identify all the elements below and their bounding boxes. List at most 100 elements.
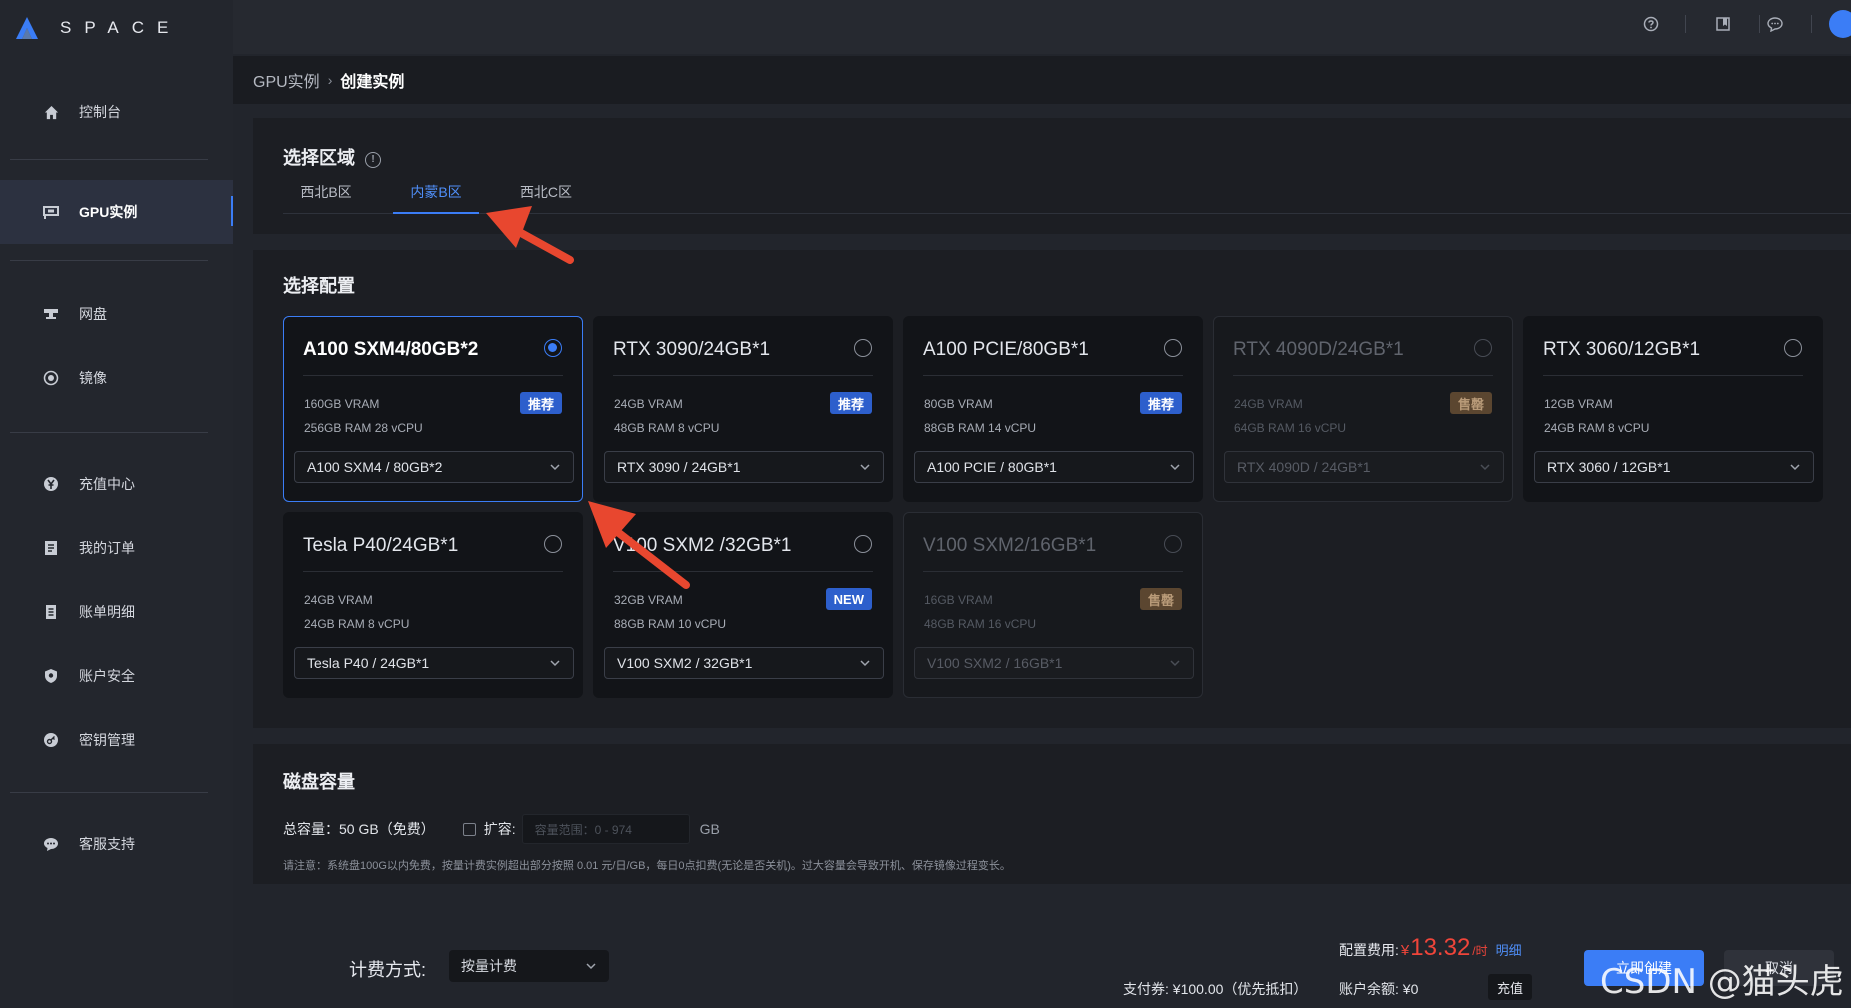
region-panel: 选择区域! 西北B区 内蒙B区 西北C区 [253, 118, 1851, 234]
card-divider [303, 375, 563, 376]
gpu-card-select-value: V100 SXM2 / 16GB*1 [927, 655, 1063, 671]
brand-logo[interactable]: SPACE [14, 8, 181, 48]
gpu-card-name: RTX 4090D/24GB*1 [1233, 339, 1404, 360]
gpu-card-radio[interactable] [544, 339, 562, 357]
gpu-card-select[interactable]: RTX 3060 / 12GB*1 [1534, 451, 1814, 483]
shield-icon [42, 667, 60, 685]
gpu-card[interactable]: V100 SXM2 /32GB*1 32GB VRAM 88GB RAM 10 … [593, 512, 893, 698]
region-title: 选择区域! [283, 144, 381, 170]
tab-label: 西北C区 [519, 184, 573, 200]
sidebar-item-orders[interactable]: 我的订单 [0, 516, 233, 580]
fee-unit: /时 [1472, 944, 1488, 958]
message-icon[interactable] [1763, 12, 1787, 36]
gpu-card-ram-cpu: 64GB RAM 16 vCPU [1234, 421, 1347, 435]
gpu-card-vram: 32GB VRAM [614, 593, 683, 607]
gpu-card-ram-cpu: 24GB RAM 8 vCPU [1544, 421, 1650, 435]
sidebar-item-cloud-drive[interactable]: 网盘 [0, 282, 233, 346]
sidebar-item-console[interactable]: 控制台 [0, 80, 233, 144]
breadcrumb-current: 创建实例 [340, 74, 405, 91]
card-divider [1543, 375, 1803, 376]
chevron-down-icon [1480, 464, 1490, 471]
voucher-info: 支付券: ¥100.00（优先抵扣） [1123, 981, 1308, 997]
tab-region-inner-mongolia-b[interactable]: 内蒙B区 [393, 182, 479, 214]
sidebar-item-billing[interactable]: 账单明细 [0, 580, 233, 644]
tab-region-northwest-c[interactable]: 西北C区 [503, 182, 589, 214]
gpu-card-ram-cpu: 256GB RAM 28 vCPU [304, 421, 423, 435]
tab-label: 西北B区 [300, 184, 352, 200]
gpu-card-select-value: A100 PCIE / 80GB*1 [927, 459, 1057, 475]
expand-capacity-input[interactable]: 容量范围：0 - 974 [521, 814, 690, 844]
region-title-text: 选择区域 [283, 148, 355, 168]
disk-unit: GB [699, 821, 720, 837]
gpu-card: V100 SXM2/16GB*1 16GB VRAM 48GB RAM 16 v… [903, 512, 1203, 698]
chevron-down-icon [860, 660, 870, 667]
sidebar: SPACE 控制台 GPU实例 网盘 镜像 充值中心 我的订单 账单明细 账户安… [0, 0, 233, 1008]
sidebar-item-key-management[interactable]: 密钥管理 [0, 708, 233, 772]
gpu-card-name: A100 SXM4/80GB*2 [303, 339, 479, 360]
sidebar-item-label: 镜像 [79, 370, 107, 386]
disk-panel: 磁盘容量 总容量：50 GB（免费） 扩容: 容量范围：0 - 974 GB 请… [253, 744, 1851, 884]
sidebar-item-recharge[interactable]: 充值中心 [0, 452, 233, 516]
disk-total: 总容量：50 GB（免费） [283, 821, 435, 837]
cloud-drive-icon [42, 305, 60, 323]
sidebar-item-gpu-instance[interactable]: GPU实例 [0, 180, 233, 244]
yen-icon [42, 475, 60, 493]
gpu-card-radio[interactable] [544, 535, 562, 553]
sidebar-item-label: 控制台 [79, 104, 121, 120]
space-logo-icon [16, 17, 38, 39]
gpu-card-select-value: A100 SXM4 / 80GB*2 [307, 459, 443, 475]
tab-label: 内蒙B区 [410, 184, 462, 200]
breadcrumb-parent-link[interactable]: GPU实例 [253, 68, 320, 92]
card-divider [613, 375, 873, 376]
recharge-button[interactable]: 充值 [1488, 974, 1532, 1000]
gpu-card-vram: 24GB VRAM [1234, 397, 1303, 411]
breadcrumb: GPU实例 › 创建实例 [233, 56, 1851, 104]
sidebar-item-label: 网盘 [79, 306, 107, 322]
tab-region-northwest-b[interactable]: 西北B区 [283, 182, 369, 214]
billing-mode-value: 按量计费 [461, 958, 517, 974]
recommend-badge: 推荐 [1139, 392, 1182, 414]
sidebar-item-image[interactable]: 镜像 [0, 346, 233, 410]
gpu-card-radio[interactable] [854, 535, 872, 553]
sidebar-divider [10, 792, 208, 793]
gpu-card-vram: 80GB VRAM [924, 397, 993, 411]
gpu-card-vram: 12GB VRAM [1544, 397, 1613, 411]
gpu-card-select-value: V100 SXM2 / 32GB*1 [617, 655, 753, 671]
expand-checkbox[interactable] [462, 822, 476, 836]
gpu-card-radio[interactable] [854, 339, 872, 357]
gpu-card-select[interactable]: RTX 3090 / 24GB*1 [604, 451, 884, 483]
info-icon[interactable]: ! [365, 151, 381, 168]
sidebar-item-support[interactable]: 客服支持 [0, 812, 233, 876]
disk-row: 总容量：50 GB（免费） 扩容: 容量范围：0 - 974 GB [283, 814, 720, 844]
gpu-card-select[interactable]: A100 SXM4 / 80GB*2 [294, 451, 574, 483]
gpu-card-select[interactable]: Tesla P40 / 24GB*1 [294, 647, 574, 679]
disk-title: 磁盘容量 [283, 772, 355, 792]
chevron-down-icon [1170, 464, 1180, 471]
gpu-card-select[interactable]: A100 PCIE / 80GB*1 [914, 451, 1194, 483]
sidebar-item-label: 我的订单 [79, 540, 135, 556]
gpu-card-vram: 160GB VRAM [304, 397, 380, 411]
gpu-card[interactable]: Tesla P40/24GB*1 24GB VRAM 24GB RAM 8 vC… [283, 512, 583, 698]
gpu-card-radio[interactable] [1164, 339, 1182, 357]
sidebar-item-account-security[interactable]: 账户安全 [0, 644, 233, 708]
orders-icon [42, 539, 60, 557]
fee-label: 配置费用: [1339, 942, 1399, 958]
gpu-card[interactable]: A100 SXM4/80GB*2 160GB VRAM 256GB RAM 28… [283, 316, 583, 502]
gpu-icon [42, 203, 60, 221]
gpu-card-radio[interactable] [1784, 339, 1802, 357]
gpu-card-vram: 16GB VRAM [924, 593, 993, 607]
help-icon[interactable] [1639, 12, 1663, 36]
fee-detail-link[interactable]: 明细 [1496, 940, 1522, 959]
billing-label: 计费方式: [349, 960, 427, 980]
avatar[interactable] [1829, 10, 1851, 38]
brand-name: SPACE [60, 18, 182, 37]
book-icon[interactable] [1711, 12, 1735, 36]
gpu-card[interactable]: A100 PCIE/80GB*1 80GB VRAM 88GB RAM 14 v… [903, 316, 1203, 502]
billing-mode-select[interactable]: 按量计费 [449, 950, 609, 982]
card-divider [923, 571, 1183, 572]
config-panel: 选择配置 A100 SXM4/80GB*2 160GB VRAM 256GB R… [253, 250, 1851, 728]
gpu-card[interactable]: RTX 3060/12GB*1 12GB VRAM 24GB RAM 8 vCP… [1523, 316, 1823, 502]
gpu-card[interactable]: RTX 3090/24GB*1 24GB VRAM 48GB RAM 8 vCP… [593, 316, 893, 502]
gpu-card-select[interactable]: V100 SXM2 / 32GB*1 [604, 647, 884, 679]
gpu-card-name: RTX 3060/12GB*1 [1543, 339, 1701, 360]
